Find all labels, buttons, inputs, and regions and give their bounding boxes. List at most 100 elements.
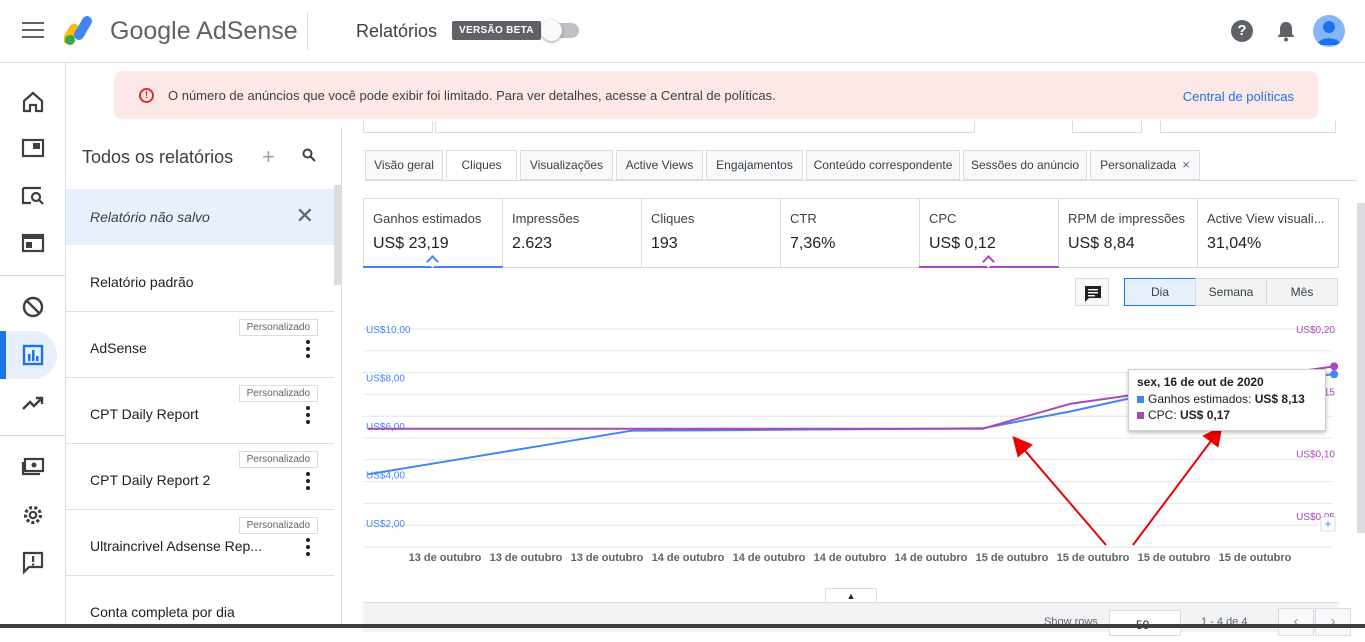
- help-icon[interactable]: ?: [1231, 20, 1253, 42]
- tab-active-views[interactable]: Active Views: [616, 150, 703, 180]
- main-scrollbar[interactable]: [1357, 203, 1365, 533]
- close-icon[interactable]: ✕: [296, 203, 314, 229]
- metric-page-rpm[interactable]: RPM de impressões US$ 8,84: [1059, 199, 1198, 267]
- filter-field[interactable]: [1072, 121, 1142, 133]
- list-item-label: Ultraincrivel Adsense Rep...: [90, 538, 262, 554]
- series-point: [1330, 370, 1339, 379]
- annotations-button[interactable]: [1075, 278, 1109, 306]
- adsense-logo-icon: [64, 16, 92, 45]
- ads-icon[interactable]: [20, 135, 46, 161]
- metric-value: 193: [651, 235, 678, 252]
- settings-icon[interactable]: [20, 502, 46, 528]
- tab-engagements[interactable]: Engajamentos: [706, 150, 803, 180]
- reports-panel: Todos os relatórios + Relatório não salv…: [66, 127, 342, 628]
- feedback-icon[interactable]: [20, 549, 46, 575]
- policy-warning-banner: ! O número de anúncios que você pode exi…: [114, 71, 1318, 119]
- line-chart[interactable]: US$10,00US$8,00US$6,00US$4,00US$2,00US$0…: [363, 317, 1339, 567]
- list-item-unsaved-report[interactable]: Relatório não salvo ✕: [66, 189, 334, 245]
- list-item[interactable]: Personalizado Ultraincrivel Adsense Rep.…: [66, 517, 334, 576]
- notifications-bell-icon[interactable]: [1276, 20, 1296, 42]
- page-title: Relatórios: [356, 21, 438, 41]
- collapse-chart-button[interactable]: ▲: [825, 588, 877, 602]
- filter-field[interactable]: [363, 121, 433, 133]
- tab-overview[interactable]: Visão geral: [365, 150, 443, 180]
- metric-active-view[interactable]: Active View visuali... 31,04%: [1198, 199, 1338, 267]
- list-item[interactable]: Conta completa por dia: [66, 584, 334, 642]
- custom-badge: Personalizado: [238, 517, 318, 534]
- granularity-month-button[interactable]: Mês: [1266, 278, 1338, 306]
- payments-icon[interactable]: [20, 453, 46, 479]
- tab-ad-sessions[interactable]: Sessões do anúncio: [963, 150, 1087, 180]
- list-item[interactable]: Relatório padrão: [66, 254, 334, 312]
- custom-badge: Personalizado: [238, 385, 318, 402]
- blocking-controls-icon[interactable]: [20, 294, 46, 320]
- brand-name: Google AdSense: [110, 17, 298, 45]
- annotation-arrow: [1132, 425, 1223, 546]
- metric-cpc[interactable]: CPC US$ 0,12: [919, 199, 1059, 268]
- series-swatch: [1137, 412, 1144, 419]
- optimization-icon[interactable]: [20, 390, 46, 416]
- rows-per-page-select[interactable]: 50: [1109, 610, 1181, 636]
- list-item[interactable]: Personalizado CPT Daily Report 2: [66, 451, 334, 510]
- list-item[interactable]: Personalizado CPT Daily Report: [66, 385, 334, 444]
- more-vert-icon[interactable]: [306, 538, 310, 556]
- comment-icon: [1085, 286, 1101, 302]
- policy-center-link[interactable]: Central de políticas: [1183, 89, 1294, 104]
- close-icon[interactable]: ×: [1182, 157, 1190, 172]
- more-vert-icon[interactable]: [306, 472, 310, 490]
- metric-label: CTR: [790, 211, 817, 226]
- metric-ctr[interactable]: CTR 7,36%: [781, 199, 920, 267]
- top-app-bar: Google AdSense Relatórios VERSÃO BETA ?: [0, 0, 1365, 63]
- tab-clicks[interactable]: Cliques: [446, 150, 517, 180]
- metric-impressions[interactable]: Impressões 2.623: [503, 199, 642, 267]
- more-vert-icon[interactable]: [306, 406, 310, 424]
- beta-toggle[interactable]: [541, 20, 579, 41]
- metric-estimated-earnings[interactable]: Ganhos estimados US$ 23,19: [363, 199, 503, 268]
- custom-badge: Personalizado: [238, 451, 318, 468]
- metric-label: Ganhos estimados: [373, 211, 482, 226]
- beta-badge: VERSÃO BETA: [452, 21, 541, 40]
- left-navigation: [0, 63, 66, 628]
- tab-views[interactable]: Visualizações: [520, 150, 613, 180]
- reports-scrollbar[interactable]: [334, 185, 342, 285]
- series-swatch: [1137, 396, 1144, 403]
- filter-field[interactable]: [1160, 121, 1336, 133]
- home-icon[interactable]: [20, 89, 46, 115]
- filter-field[interactable]: [435, 121, 975, 133]
- x-axis-tick-label: 15 de outubro: [1057, 552, 1130, 564]
- account-avatar-icon: [1317, 21, 1341, 45]
- ad-units-icon[interactable]: [20, 230, 46, 256]
- annotation-arrow: [1012, 435, 1107, 546]
- x-axis-tick-label: 14 de outubro: [814, 552, 887, 564]
- header-divider: [307, 12, 308, 50]
- reports-icon[interactable]: [20, 342, 46, 368]
- avatar[interactable]: [1313, 15, 1345, 47]
- left-axis-tick-label: US$8,00: [366, 373, 405, 384]
- left-axis-tick-label: US$6,00: [366, 422, 405, 433]
- add-report-button[interactable]: +: [262, 144, 275, 170]
- prev-page-button[interactable]: ‹: [1278, 608, 1314, 636]
- metric-value: 2.623: [512, 235, 553, 252]
- taskbar-strip: [0, 624, 1365, 628]
- metric-clicks[interactable]: Cliques 193: [642, 199, 781, 267]
- next-page-button[interactable]: ›: [1315, 608, 1351, 636]
- metric-label: RPM de impressões: [1068, 211, 1186, 226]
- zoom-plus-glyph: +: [1324, 517, 1331, 531]
- x-axis-tick-label: 14 de outubro: [652, 552, 725, 564]
- menu-icon[interactable]: [22, 22, 44, 40]
- metric-value: US$ 0,12: [929, 235, 996, 252]
- list-item-label: Relatório padrão: [90, 274, 194, 290]
- tab-custom-label: Personalizada: [1100, 158, 1177, 172]
- metric-label: CPC: [929, 211, 957, 226]
- x-axis-tick-label: 13 de outubro: [409, 552, 482, 564]
- tab-custom[interactable]: Personalizada ×: [1090, 150, 1200, 180]
- list-item[interactable]: Personalizado AdSense: [66, 319, 334, 378]
- x-axis-tick-label: 13 de outubro: [571, 552, 644, 564]
- sites-search-icon[interactable]: [20, 183, 46, 209]
- granularity-day-button[interactable]: Dia: [1124, 278, 1196, 306]
- metric-label: Active View visuali...: [1207, 211, 1325, 226]
- more-vert-icon[interactable]: [306, 340, 310, 358]
- tab-matched-content[interactable]: Conteúdo correspondente: [806, 150, 960, 180]
- granularity-week-button[interactable]: Semana: [1195, 278, 1267, 306]
- search-icon[interactable]: [302, 148, 316, 162]
